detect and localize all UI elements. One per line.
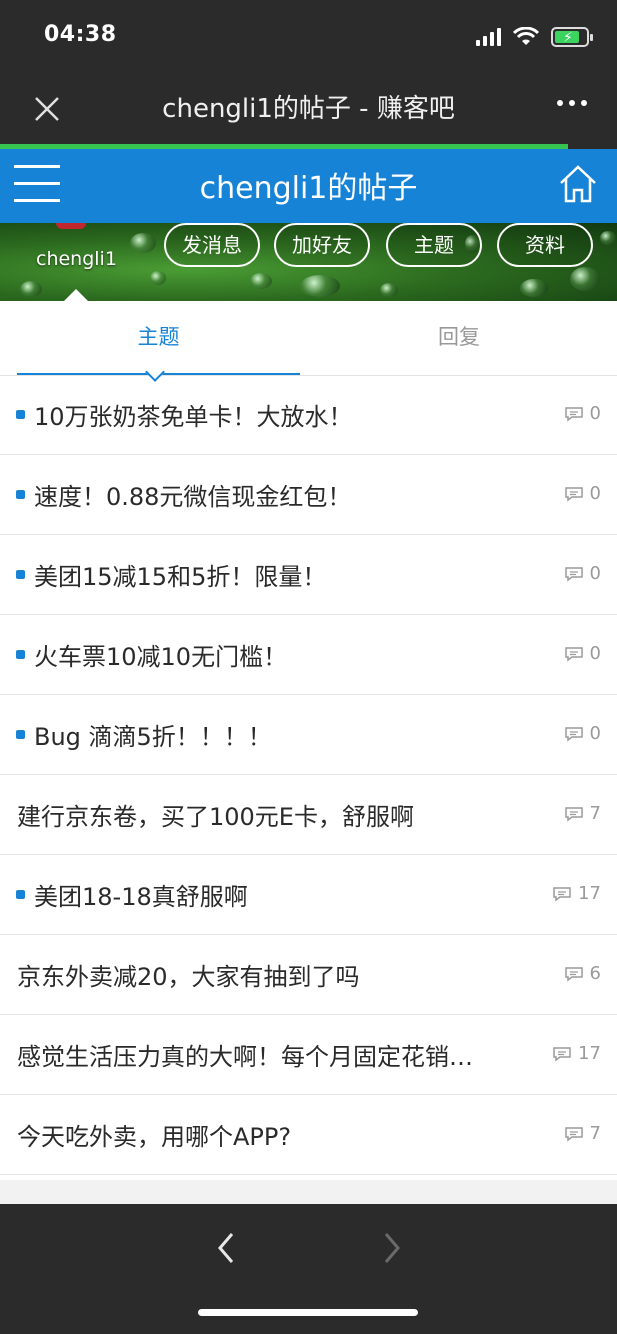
comment-count-value: 0	[589, 723, 601, 744]
status-icons: ⚡	[476, 24, 593, 50]
comment-count: 7	[564, 803, 601, 824]
unread-dot	[16, 650, 25, 659]
comment-icon	[564, 726, 583, 741]
post-list: 10万张奶茶免单卡！大放水！ 0 速度！0.88元微信现金红包！ 0 美团15减15和5…	[0, 375, 617, 1175]
list-footer-space	[0, 1180, 617, 1204]
add-friend-button[interactable]: 加好友	[274, 223, 370, 267]
unread-dot	[16, 410, 25, 419]
comment-count-value: 0	[589, 563, 601, 584]
comment-count: 6	[564, 963, 601, 984]
send-message-button[interactable]: 发消息	[164, 223, 260, 267]
wifi-icon	[513, 27, 539, 45]
list-item[interactable]: 京东外卖减20，大家有抽到了吗 6	[0, 935, 617, 1015]
comment-icon	[564, 966, 583, 981]
profile-info-button[interactable]: 资料	[497, 223, 593, 267]
list-item[interactable]: 速度！0.88元微信现金红包！ 0	[0, 455, 617, 535]
comment-icon	[564, 646, 583, 661]
status-time: 04:38	[44, 22, 117, 47]
post-title[interactable]: 美团18-18真舒服啊	[34, 877, 248, 912]
profile-username: chengli1	[36, 248, 117, 270]
comment-icon	[564, 806, 583, 821]
comment-count: 17	[552, 1043, 601, 1064]
comment-count-value: 7	[589, 803, 601, 824]
comment-count-value: 0	[589, 403, 601, 424]
comment-count: 0	[564, 723, 601, 744]
list-item[interactable]: 火车票10减10无门槛！ 0	[0, 615, 617, 695]
post-title[interactable]: Bug 滴滴5折！！！！	[34, 717, 272, 752]
unread-dot	[16, 490, 25, 499]
comment-count-value: 17	[578, 1043, 601, 1064]
comment-count: 0	[564, 643, 601, 664]
comment-icon	[564, 406, 583, 421]
post-title[interactable]: 速度！0.88元微信现金红包！	[34, 477, 351, 512]
tab-topics[interactable]: 主题	[17, 301, 300, 375]
comment-icon	[553, 886, 571, 901]
comment-count: 0	[564, 483, 601, 504]
comment-icon	[564, 566, 583, 581]
post-title[interactable]: 京东外卖减20，大家有抽到了吗	[17, 957, 360, 992]
home-icon[interactable]	[557, 163, 599, 205]
list-item[interactable]: 10万张奶茶免单卡！大放水！ 0	[0, 375, 617, 455]
list-item[interactable]: 感觉生活压力真的大啊！每个月固定花销… 17	[0, 1015, 617, 1095]
post-title[interactable]: 今天吃外卖，用哪个APP?	[17, 1117, 291, 1152]
top-chrome: 04:38 ⚡ chengli1的帖子 - 赚客吧	[0, 0, 617, 145]
comment-count-value: 0	[589, 643, 601, 664]
comment-icon	[564, 486, 583, 501]
more-icon[interactable]	[557, 100, 587, 106]
comment-count: 0	[564, 403, 601, 424]
home-indicator[interactable]	[198, 1309, 418, 1316]
comment-icon	[564, 1126, 583, 1141]
list-item[interactable]: 美团15减15和5折！限量！ 0	[0, 535, 617, 615]
unread-dot	[16, 890, 25, 899]
list-item[interactable]: 建行京东卷，买了100元E卡，舒服啊 7	[0, 775, 617, 855]
battery-icon: ⚡	[551, 27, 593, 47]
unread-dot	[16, 730, 25, 739]
forward-icon[interactable]	[378, 1228, 406, 1268]
list-item[interactable]: 美团18-18真舒服啊 17	[0, 855, 617, 935]
comment-count-value: 17	[578, 883, 601, 904]
webview-title: chengli1的帖子 - 赚客吧	[162, 94, 455, 124]
comment-count: 0	[564, 563, 601, 584]
comment-count: 7	[564, 1123, 601, 1144]
topics-button[interactable]: 主题	[386, 223, 482, 267]
post-title[interactable]: 火车票10减10无门槛！	[34, 637, 287, 672]
page-title: chengli1的帖子	[199, 171, 418, 206]
comment-count-value: 0	[589, 483, 601, 504]
comment-count: 17	[552, 883, 601, 904]
comment-icon	[553, 1046, 571, 1061]
unread-dot	[16, 570, 25, 579]
bottom-nav	[0, 1204, 617, 1334]
tab-replies[interactable]: 回复	[309, 301, 609, 373]
tab-bar: 主题 回复	[0, 301, 617, 382]
post-title[interactable]: 美团15减15和5折！限量！	[34, 557, 326, 592]
signal-icon	[476, 28, 501, 46]
badge-ribbon	[56, 223, 86, 229]
banner-pointer	[64, 289, 88, 301]
comment-count-value: 6	[589, 963, 601, 984]
app-header: chengli1的帖子	[0, 149, 617, 223]
post-title[interactable]: 建行京东卷，买了100元E卡，舒服啊	[17, 797, 414, 832]
post-title[interactable]: 感觉生活压力真的大啊！每个月固定花销…	[17, 1037, 473, 1072]
list-item[interactable]: 今天吃外卖，用哪个APP? 7	[0, 1095, 617, 1175]
comment-count-value: 7	[589, 1123, 601, 1144]
post-title[interactable]: 10万张奶茶免单卡！大放水！	[34, 397, 353, 432]
list-item[interactable]: Bug 滴滴5折！！！！ 0	[0, 695, 617, 775]
back-icon[interactable]	[212, 1228, 240, 1268]
